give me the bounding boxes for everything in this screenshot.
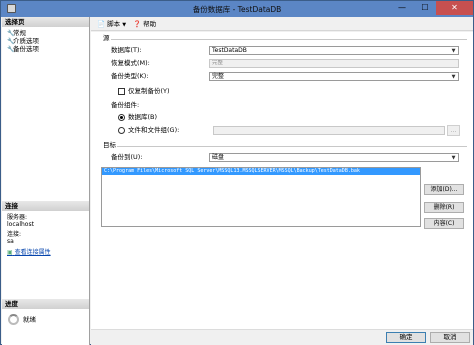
close-button[interactable]: ✕ [436,1,473,15]
sidebar-item-label: 介质选项 [13,37,39,45]
progress-header: 进度 [2,299,89,309]
copy-only-checkbox[interactable] [118,88,125,95]
content-area: 源 数据库(T): TestDataDB ▼ 恢复模式(M): 完整 备份类型(… [91,32,473,329]
view-connection-properties-link[interactable]: ▣ 查看连接属性 [2,249,89,257]
source-divider [111,39,467,40]
script-button-label: 脚本 [107,20,121,28]
recovery-model-field: 完整 [209,59,459,68]
cancel-button[interactable]: 取消 [430,332,470,343]
remove-destination-button[interactable]: 删除(R) [424,202,464,213]
connection-section: 连接 服务器: localhost 连接: sa ▣ 查看连接属性 [2,201,89,257]
destination-header: 目标 [103,141,116,149]
progress-spinner-icon [8,314,19,325]
sidebar-item-media-options[interactable]: 🔧介质选项 [2,37,89,45]
view-connection-link-label: 查看连接属性 [14,249,51,256]
component-files-label: 文件和文件组(G): [128,126,180,134]
chevron-down-icon: ▼ [451,48,456,54]
chevron-down-icon: ▼ [451,155,456,161]
sidebar-item-label: 常规 [13,29,26,37]
database-label: 数据库(T): [111,46,142,54]
server-label: 服务器: [7,214,28,221]
dialog-footer: 确定 取消 [91,329,473,345]
backup-to-label: 备份到(U): [111,153,143,161]
component-files-radio[interactable] [118,127,125,134]
list-item[interactable]: C:\Program Files\Microsoft SQL Server\MS… [102,168,420,175]
title-bar: 备份数据库 - TestDataDB — ☐ ✕ [1,1,473,17]
sidebar-item-general[interactable]: 🔧常规 [2,29,89,37]
backup-to-select[interactable]: 磁盘 ▼ [209,153,459,162]
connection-label: 连接: [7,231,22,238]
chevron-down-icon: ▼ [122,22,127,28]
minimize-button[interactable]: — [390,1,414,15]
script-button[interactable]: 📄 脚本 ▼ [97,20,126,29]
main-panel: 📄 脚本 ▼ ❓ 帮助 源 数据库(T): TestDataDB ▼ 恢复模式(… [91,17,473,329]
recovery-model-label: 恢复模式(M): [111,59,150,67]
script-icon: 📄 [97,20,106,28]
backup-component-label: 备份组件: [111,101,140,109]
sidebar-item-label: 备份选项 [13,45,39,53]
browse-files-button[interactable]: ... [447,125,460,136]
properties-icon: ▣ [7,249,13,256]
progress-section: 进度 就绪 [2,299,89,326]
add-destination-button[interactable]: 添加(D)... [424,184,464,195]
database-select[interactable]: TestDataDB ▼ [209,46,459,55]
help-icon: ❓ [133,20,142,28]
contents-button[interactable]: 内容(C) [424,218,464,229]
progress-status: 就绪 [23,315,36,324]
database-select-value: TestDataDB [212,47,247,54]
toolbar: 📄 脚本 ▼ ❓ 帮助 [91,17,473,31]
files-filegroups-field [213,126,445,135]
server-value: localhost [7,221,34,228]
sidebar-item-backup-options[interactable]: 🔧备份选项 [2,45,89,53]
backup-type-select-value: 完整 [212,73,225,80]
help-button-label: 帮助 [143,20,157,28]
backup-type-label: 备份类型(K): [111,72,149,80]
connection-value: sa [7,238,14,245]
destination-divider [117,146,467,147]
connection-header: 连接 [2,201,89,211]
component-database-radio[interactable] [118,114,125,121]
chevron-down-icon: ▼ [451,74,456,80]
backup-type-select[interactable]: 完整 ▼ [209,72,459,81]
copy-only-label: 仅复制备份(Y) [128,87,170,95]
backup-to-select-value: 磁盘 [212,154,225,161]
backup-dialog-window: 备份数据库 - TestDataDB — ☐ ✕ 选择页 🔧常规 🔧介质选项 🔧… [0,0,474,345]
ok-button[interactable]: 确定 [386,332,426,343]
help-button[interactable]: ❓ 帮助 [133,20,156,29]
sidebar-header: 选择页 [2,17,89,27]
sidebar: 选择页 🔧常规 🔧介质选项 🔧备份选项 连接 服务器: localhost 连接… [2,17,90,345]
maximize-button[interactable]: ☐ [414,1,436,15]
component-database-label: 数据库(B) [128,113,158,121]
backup-destination-list[interactable]: C:\Program Files\Microsoft SQL Server\MS… [101,167,421,227]
source-header: 源 [103,34,110,42]
